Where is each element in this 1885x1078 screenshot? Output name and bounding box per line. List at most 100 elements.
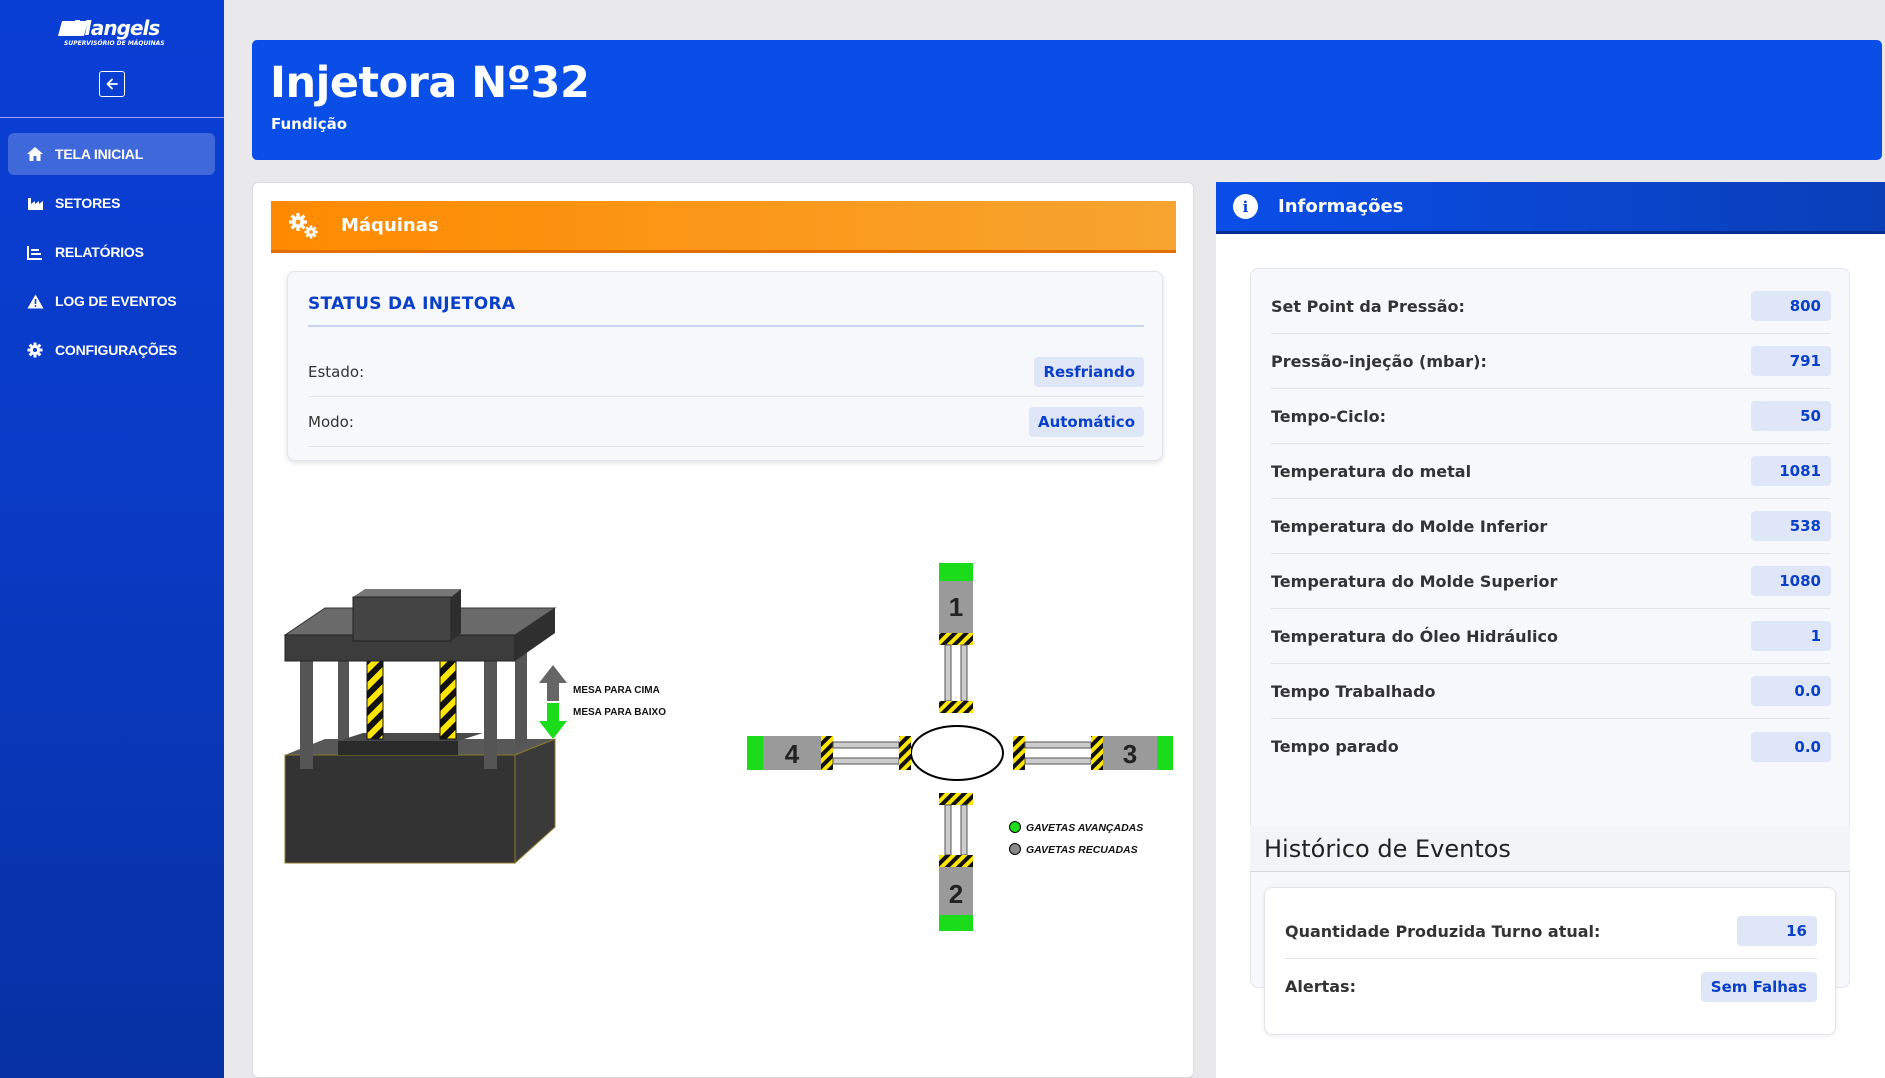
info-row: Pressão-injeção (mbar): 791: [1271, 334, 1831, 389]
info-label: Temperatura do Molde Inferior: [1271, 516, 1548, 536]
info-value: 1080: [1751, 566, 1831, 596]
history-row: Alertas: Sem Falhas: [1285, 959, 1817, 1014]
arrow-down-icon: [539, 703, 567, 739]
arrow-up-icon: [539, 665, 567, 701]
info-label: Temperatura do metal: [1271, 461, 1472, 481]
sidebar-divider: [0, 117, 224, 118]
collapse-sidebar-button[interactable]: [99, 71, 125, 97]
info-label: Pressão-injeção (mbar):: [1271, 351, 1487, 371]
info-row: Tempo-Ciclo: 50: [1271, 389, 1831, 444]
home-icon: [25, 144, 45, 164]
drawer-1: 1: [939, 563, 973, 713]
status-row-estado: Estado: Resfriando: [308, 347, 1144, 397]
status-label: Estado:: [308, 362, 365, 381]
history-label: Quantidade Produzida Turno atual:: [1285, 921, 1601, 941]
drawers-legend: GAVETAS AVANÇADAS GAVETAS RECUADAS: [1009, 821, 1143, 856]
info-value: 800: [1751, 291, 1831, 321]
press-diagram: MESA PARA CIMA MESA PARA BAIXO: [283, 589, 666, 865]
legend-advanced-label: GAVETAS AVANÇADAS: [1026, 822, 1143, 834]
press-base-side: [514, 738, 556, 865]
status-label: Modo:: [308, 412, 354, 431]
mangels-logo[interactable]: Mangels SUPERVISÓRIO DE MÁQUINAS: [57, 16, 168, 52]
drawers-diagram: 1 2 3 4: [747, 563, 1173, 931]
page-header: Injetora Nº32 Fundição: [252, 40, 1882, 160]
machines-panel: Máquinas STATUS DA INJETORA Estado: Resf…: [252, 182, 1194, 1078]
press-top-block: [352, 596, 452, 642]
info-row: Tempo Trabalhado 0.0: [1271, 664, 1831, 719]
history-value: 16: [1737, 916, 1817, 946]
info-label: Tempo-Ciclo:: [1271, 406, 1386, 426]
info-row: Tempo parado 0.0: [1271, 719, 1831, 774]
status-card-title: STATUS DA INJETORA: [308, 294, 516, 314]
logo-tagline: SUPERVISÓRIO DE MÁQUINAS: [64, 40, 165, 47]
info-value: 0.0: [1751, 676, 1831, 706]
logo-text: Mangels: [72, 16, 160, 40]
drawer-label: 1: [949, 592, 963, 622]
info-card: Set Point da Pressão: 800 Pressão-injeçã…: [1250, 268, 1850, 988]
press-legend-up: MESA PARA CIMA: [573, 685, 660, 696]
history-card: Quantidade Produzida Turno atual: 16 Ale…: [1264, 887, 1836, 1035]
center-mold: [910, 725, 1004, 781]
sidebar-item-label: CONFIGURAÇÕES: [55, 342, 177, 358]
drawer-label: 4: [785, 739, 800, 769]
machines-panel-title: Máquinas: [341, 215, 439, 236]
drawer-2: 2: [939, 793, 973, 931]
alerts-badge: Sem Falhas: [1700, 971, 1817, 1002]
sidebar-item-tela-inicial[interactable]: TELA INICIAL: [8, 133, 215, 175]
info-row: Temperatura do Molde Superior 1080: [1271, 554, 1831, 609]
warning-icon: [25, 291, 45, 311]
sidebar-nav: TELA INICIAL SETORES RELATÓRIOS LOG DE E…: [8, 133, 215, 378]
sidebar-item-relatorios[interactable]: RELATÓRIOS: [8, 231, 215, 273]
sidebar-item-label: SETORES: [55, 195, 121, 211]
history-title: Histórico de Eventos: [1250, 826, 1850, 872]
sidebar-item-label: TELA INICIAL: [55, 146, 144, 162]
status-card: STATUS DA INJETORA Estado: Resfriando Mo…: [287, 271, 1163, 461]
retracted-dot-icon: [1009, 843, 1021, 855]
machines-panel-header: Máquinas: [271, 201, 1176, 253]
history-label: Alertas:: [1285, 977, 1356, 996]
info-label: Tempo parado: [1271, 737, 1399, 756]
info-icon: i: [1233, 194, 1258, 219]
info-label: Set Point da Pressão:: [1271, 296, 1465, 316]
sidebar-item-label: RELATÓRIOS: [55, 244, 144, 260]
factory-icon: [25, 193, 45, 213]
sidebar-item-log-de-eventos[interactable]: LOG DE EVENTOS: [8, 280, 215, 322]
gear-icon: [25, 340, 45, 360]
status-card-divider: [308, 325, 1144, 327]
page-title: Injetora Nº32: [270, 58, 590, 108]
info-row: Temperatura do Óleo Hidráulico 1: [1271, 609, 1831, 664]
sidebar: Mangels SUPERVISÓRIO DE MÁQUINAS TELA IN…: [0, 0, 224, 1078]
arrow-left-icon: [106, 78, 118, 90]
info-panel-title: Informações: [1278, 196, 1404, 217]
info-row: Temperatura do Molde Inferior 538: [1271, 499, 1831, 554]
sidebar-item-setores[interactable]: SETORES: [8, 182, 215, 224]
info-panel-header: i Informações: [1216, 182, 1885, 234]
info-label: Temperatura do Óleo Hidráulico: [1271, 626, 1558, 646]
chart-icon: [25, 242, 45, 262]
status-row-modo: Modo: Automático: [308, 397, 1144, 447]
info-value: 0.0: [1751, 731, 1831, 762]
press-base-front: [284, 754, 516, 864]
gears-icon: [287, 211, 321, 241]
info-label: Tempo Trabalhado: [1271, 681, 1436, 701]
advanced-dot-icon: [1009, 821, 1021, 833]
press-legend-down: MESA PARA BAIXO: [573, 707, 666, 718]
info-row: Temperatura do metal 1081: [1271, 444, 1831, 499]
info-label: Temperatura do Molde Superior: [1271, 571, 1558, 591]
sidebar-item-configuracoes[interactable]: CONFIGURAÇÕES: [8, 329, 215, 371]
sidebar-item-label: LOG DE EVENTOS: [55, 293, 177, 309]
drawer-label: 3: [1123, 739, 1137, 769]
drawer-3: 3: [1013, 736, 1173, 770]
status-badge: Resfriando: [1034, 356, 1144, 387]
info-value: 1081: [1751, 456, 1831, 486]
info-value: 538: [1751, 511, 1831, 541]
info-panel: i Informações Set Point da Pressão: 800 …: [1216, 182, 1885, 1078]
drawer-label: 2: [949, 879, 963, 909]
drawer-4: 4: [747, 736, 911, 770]
page-subtitle: Fundição: [271, 115, 348, 133]
info-row: Set Point da Pressão: 800: [1271, 279, 1831, 334]
legend-retracted-label: GAVETAS RECUADAS: [1026, 844, 1138, 856]
info-value: 791: [1751, 346, 1831, 376]
status-badge: Automático: [1028, 406, 1144, 437]
history-row: Quantidade Produzida Turno atual: 16: [1285, 904, 1817, 959]
